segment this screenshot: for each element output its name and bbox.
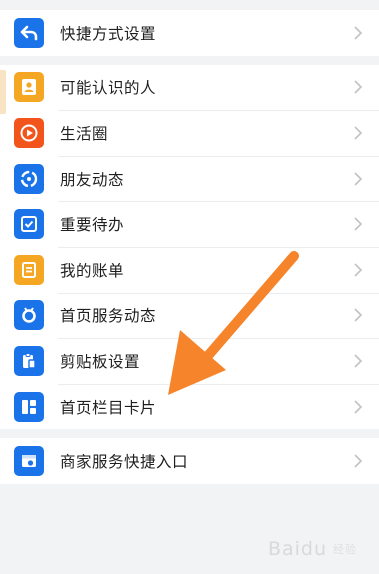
clipboard-icon <box>14 345 44 376</box>
row-homepage-column-cards[interactable]: 首页栏目卡片 <box>0 383 379 430</box>
row-merchant-service-shortcut[interactable]: 商家服务快捷入口 <box>0 438 379 484</box>
row-friend-updates[interactable]: 朋友动态 <box>0 155 379 202</box>
chevron-right-icon <box>347 304 369 326</box>
service-pin-icon <box>14 300 44 331</box>
row-label: 朋友动态 <box>60 170 125 189</box>
watermark: Baidu 经验 <box>268 538 357 560</box>
settings-group-features: 可能认识的人 生活圈 朋友动态 重要待办 我的账单 首页服务动态 剪贴板设置 首… <box>0 64 379 430</box>
row-label: 生活圈 <box>60 124 109 143</box>
chevron-right-icon <box>347 450 369 472</box>
row-my-bills[interactable]: 我的账单 <box>0 246 379 293</box>
bill-icon <box>14 254 44 285</box>
chevron-right-icon <box>347 76 369 98</box>
chevron-right-icon <box>347 396 369 418</box>
row-shortcut-settings[interactable]: 快捷方式设置 <box>0 10 379 56</box>
play-circle-icon <box>14 117 44 148</box>
watermark-sub: 经验 <box>333 543 357 556</box>
row-label: 重要待办 <box>60 216 125 235</box>
row-people-you-may-know[interactable]: 可能认识的人 <box>0 65 379 111</box>
chevron-right-icon <box>347 259 369 281</box>
store-icon <box>14 446 44 477</box>
scroll-edge-highlight <box>0 70 6 114</box>
grid-card-icon <box>14 391 44 422</box>
group-divider <box>0 429 379 439</box>
row-label: 首页服务动态 <box>60 307 157 326</box>
row-label: 我的账单 <box>60 261 125 280</box>
row-life-circle[interactable]: 生活圈 <box>0 110 379 156</box>
row-label: 剪贴板设置 <box>60 352 141 371</box>
chevron-right-icon <box>347 22 369 44</box>
back-arrow-icon <box>14 17 44 48</box>
row-homepage-service-updates[interactable]: 首页服务动态 <box>0 292 379 339</box>
row-clipboard-settings[interactable]: 剪贴板设置 <box>0 338 379 384</box>
watermark-text: Baidu <box>267 538 327 560</box>
checklist-icon <box>14 209 44 240</box>
chevron-right-icon <box>347 168 369 190</box>
refresh-circle-icon <box>14 163 44 194</box>
top-spacer <box>0 0 379 10</box>
row-label: 首页栏目卡片 <box>60 398 157 417</box>
row-label: 可能认识的人 <box>60 79 157 98</box>
row-important-todo[interactable]: 重要待办 <box>0 201 379 247</box>
chevron-right-icon <box>347 122 369 144</box>
chevron-right-icon <box>347 213 369 235</box>
contact-book-icon <box>14 72 44 103</box>
group-divider <box>0 55 379 65</box>
settings-group-shortcut: 快捷方式设置 <box>0 10 379 56</box>
row-label: 商家服务快捷入口 <box>60 453 189 472</box>
chevron-right-icon <box>347 350 369 372</box>
row-label: 快捷方式设置 <box>60 24 157 43</box>
settings-group-merchant: 商家服务快捷入口 <box>0 438 379 484</box>
